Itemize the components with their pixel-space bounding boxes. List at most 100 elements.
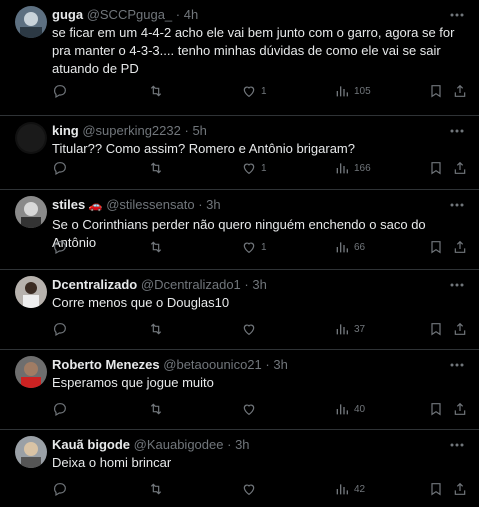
repost-button[interactable] (148, 400, 164, 418)
timestamp[interactable]: 3h (252, 277, 266, 292)
tweet[interactable]: king @superking2232 · 5h Titular?? Como … (0, 116, 479, 190)
timestamp[interactable]: 3h (273, 357, 287, 372)
share-button[interactable] (452, 82, 468, 100)
timestamp[interactable]: 5h (192, 123, 206, 138)
tweet-actions: 1 66 (52, 238, 469, 256)
tweet[interactable]: Dcentralizado @Dcentralizado1 · 3h Corre… (0, 270, 479, 350)
user-handle[interactable]: @Dcentralizado1 (141, 277, 241, 292)
repost-icon (150, 403, 162, 415)
repost-icon (150, 323, 162, 335)
timestamp[interactable]: 3h (235, 437, 249, 452)
tweet-text: se ficar em um 4-4-2 acho ele vai bem ju… (52, 25, 455, 76)
views-button[interactable]: 166 (334, 159, 371, 177)
views-button[interactable]: 105 (334, 82, 371, 100)
like-button[interactable]: 1 (241, 159, 267, 177)
heart-icon (243, 324, 255, 336)
bookmark-button[interactable] (428, 238, 444, 256)
user-handle[interactable]: @superking2232 (82, 123, 180, 138)
tweet[interactable]: stiles 🚗 @stilessensato · 3h Se o Corint… (0, 190, 479, 270)
tweet[interactable]: Kauã bigode @Kauabigodee · 3h Deixa o ho… (0, 430, 479, 506)
views-button[interactable]: 66 (334, 238, 365, 256)
reply-button[interactable] (52, 320, 68, 338)
share-button[interactable] (452, 400, 468, 418)
separator: · (198, 197, 203, 212)
avatar[interactable] (15, 122, 47, 154)
views-icon (336, 404, 348, 415)
bookmark-button[interactable] (428, 480, 444, 498)
display-name[interactable]: guga (52, 7, 83, 22)
like-button[interactable]: 1 (241, 238, 267, 256)
avatar[interactable] (15, 6, 47, 38)
bookmark-icon (431, 403, 441, 416)
display-name[interactable]: Roberto Menezes (52, 357, 160, 372)
bookmark-button[interactable] (428, 400, 444, 418)
repost-button[interactable] (148, 82, 164, 100)
more-options-icon[interactable] (449, 438, 465, 450)
timestamp[interactable]: 3h (206, 197, 220, 212)
share-button[interactable] (452, 238, 468, 256)
display-name[interactable]: king (52, 123, 79, 138)
reply-icon (54, 162, 66, 176)
reply-icon (54, 323, 66, 337)
reply-button[interactable] (52, 159, 68, 177)
tweet[interactable]: guga @SCCPguga_ · 4h se ficar em um 4-4-… (0, 0, 479, 116)
reply-button[interactable] (52, 480, 68, 498)
repost-button[interactable] (148, 480, 164, 498)
tweet[interactable]: Roberto Menezes @betaoounico21 · 3h Espe… (0, 350, 479, 430)
reply-button[interactable] (52, 238, 68, 256)
like-button[interactable] (241, 400, 261, 418)
heart-icon (243, 484, 255, 496)
bookmark-button[interactable] (428, 159, 444, 177)
user-handle[interactable]: @Kauabigodee (134, 437, 224, 452)
views-button[interactable]: 40 (334, 400, 365, 418)
heart-icon (243, 86, 255, 98)
bookmark-button[interactable] (428, 82, 444, 100)
repost-button[interactable] (148, 320, 164, 338)
share-icon (454, 402, 466, 415)
tweet-text: Corre menos que o Douglas10 (52, 295, 230, 310)
display-name[interactable]: Dcentralizado (52, 277, 137, 292)
views-button[interactable]: 42 (334, 480, 365, 498)
view-count: 40 (354, 403, 366, 415)
like-button[interactable]: 1 (241, 82, 267, 100)
avatar[interactable] (15, 436, 47, 468)
share-button[interactable] (452, 320, 468, 338)
views-icon (336, 86, 348, 97)
more-options-icon[interactable] (449, 198, 465, 210)
user-handle[interactable]: @SCCPguga_ (87, 7, 172, 22)
bookmark-icon (431, 241, 441, 254)
share-button[interactable] (452, 159, 468, 177)
reply-button[interactable] (52, 82, 68, 100)
avatar[interactable] (15, 196, 47, 228)
more-options-icon[interactable] (449, 358, 465, 370)
repost-button[interactable] (148, 159, 164, 177)
display-name[interactable]: stiles (52, 197, 85, 212)
more-options-icon[interactable] (449, 278, 465, 290)
avatar[interactable] (15, 276, 47, 308)
timestamp[interactable]: 4h (184, 7, 198, 22)
like-button[interactable] (241, 320, 261, 338)
user-handle[interactable]: @betaoounico21 (163, 357, 262, 372)
more-options-icon[interactable] (449, 8, 465, 20)
separator: · (184, 123, 189, 138)
repost-icon (150, 162, 162, 174)
like-button[interactable] (241, 480, 261, 498)
tweet-actions: 1 166 (52, 159, 469, 177)
tweet-text: Titular?? Como assim? Romero e Antônio b… (52, 141, 355, 156)
reply-icon (54, 85, 66, 99)
view-count: 105 (354, 85, 371, 97)
bookmark-button[interactable] (428, 320, 444, 338)
views-button[interactable]: 37 (334, 320, 365, 338)
reply-button[interactable] (52, 400, 68, 418)
views-icon (336, 484, 348, 495)
share-icon (454, 84, 466, 97)
share-button[interactable] (452, 480, 468, 498)
user-handle[interactable]: @stilessensato (106, 197, 194, 212)
avatar[interactable] (15, 356, 47, 388)
share-icon (454, 161, 466, 174)
tweet-text: Deixa o homi brincar (52, 455, 172, 470)
more-options-icon[interactable] (449, 124, 465, 136)
tweet-actions: 40 (52, 400, 469, 418)
repost-button[interactable] (148, 238, 164, 256)
display-name[interactable]: Kauã bigode (52, 437, 130, 452)
